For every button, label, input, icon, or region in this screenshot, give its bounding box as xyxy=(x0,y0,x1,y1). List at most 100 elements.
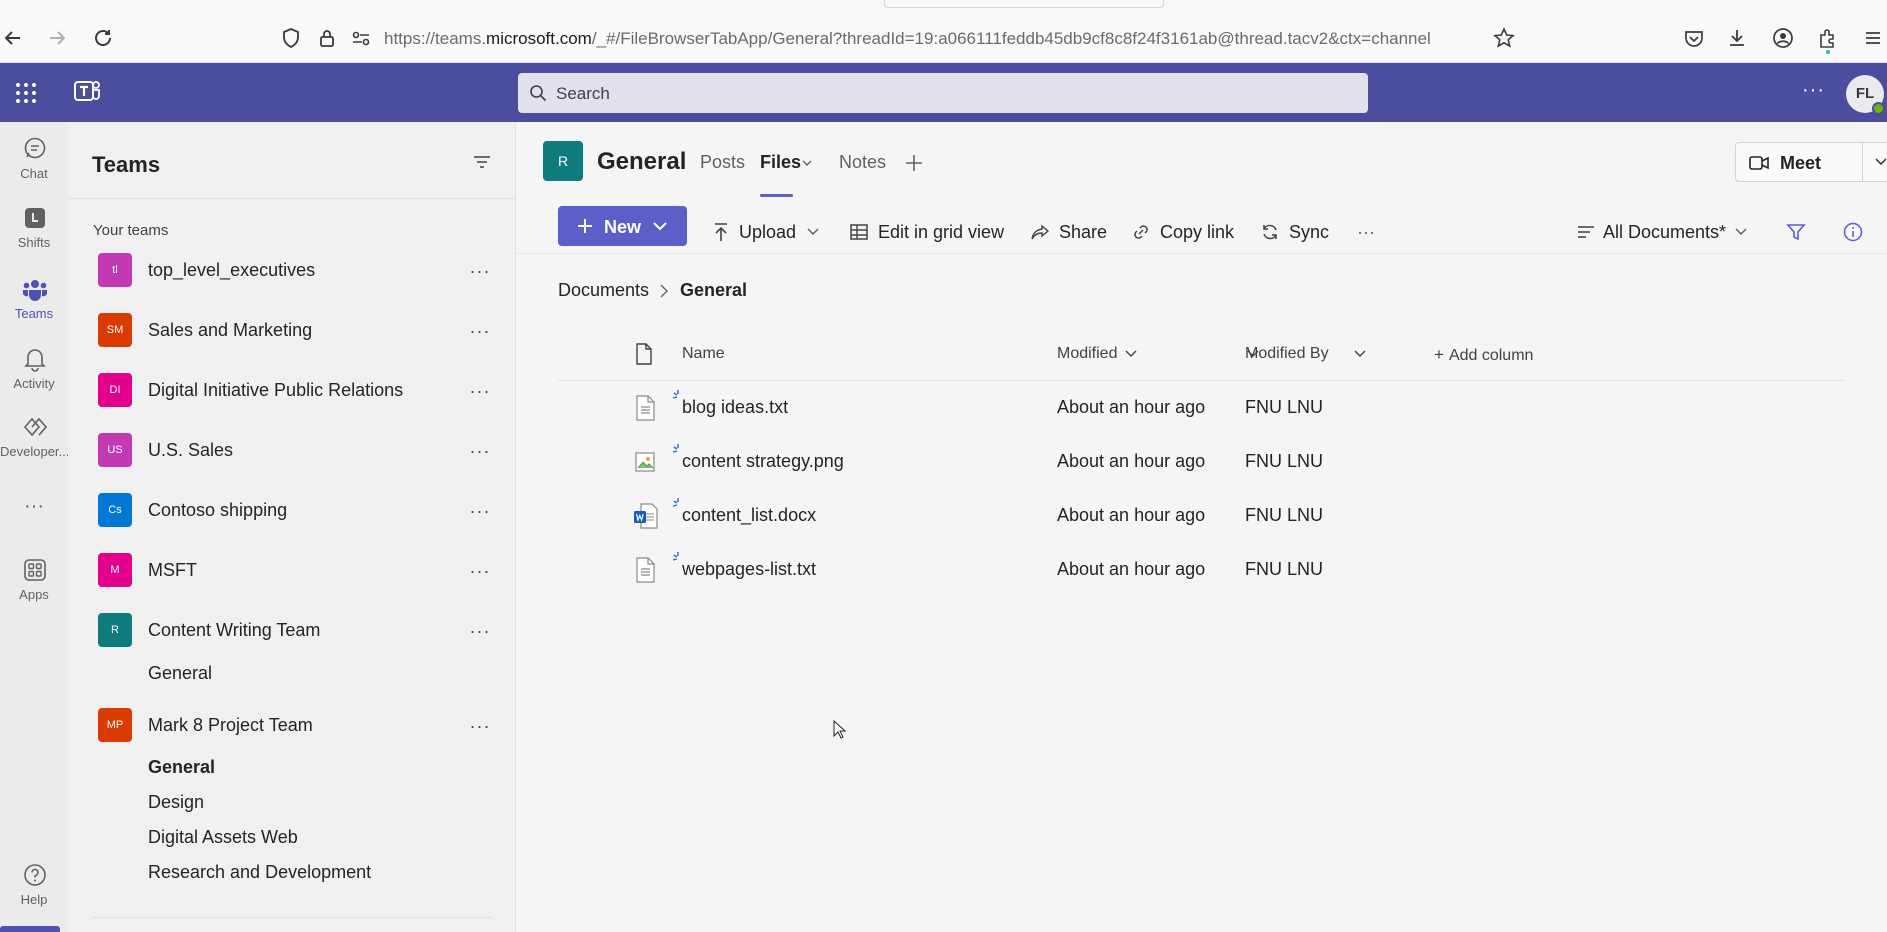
team-more-icon[interactable]: ··· xyxy=(468,716,492,736)
files-tab-chevron-icon[interactable] xyxy=(801,158,813,168)
sync-button[interactable]: Sync xyxy=(1260,214,1330,250)
app-launcher-icon[interactable] xyxy=(14,81,38,105)
panel-title: Teams xyxy=(92,152,161,177)
meet-label: Meet xyxy=(1780,153,1822,173)
meet-button[interactable]: Meet xyxy=(1735,142,1863,182)
bookmark-star-icon[interactable] xyxy=(1493,27,1515,49)
help-icon xyxy=(22,862,48,888)
video-camera-icon xyxy=(1748,153,1770,173)
filter-icon[interactable] xyxy=(1785,221,1807,243)
channel-item-general-active[interactable]: General xyxy=(148,757,215,778)
team-more-icon[interactable]: ··· xyxy=(468,621,492,641)
file-name[interactable]: webpages-list.txt xyxy=(682,559,816,580)
breadcrumb-documents[interactable]: Documents xyxy=(558,280,649,301)
add-tab-icon[interactable] xyxy=(903,152,925,174)
file-name[interactable]: content_list.docx xyxy=(682,505,816,526)
file-modified: About an hour ago xyxy=(1057,559,1206,579)
table-row[interactable]: webpages-list.txt About an hour ago FNU … xyxy=(558,543,1844,597)
share-label: Share xyxy=(1059,222,1108,242)
file-modified-by[interactable]: FNU LNU xyxy=(1245,451,1323,472)
edit-grid-view-button[interactable]: Edit in grid view xyxy=(849,214,1009,250)
download-icon[interactable] xyxy=(1726,27,1748,49)
team-more-icon[interactable]: ··· xyxy=(468,501,492,521)
column-header-name[interactable]: Name xyxy=(682,345,725,363)
tab-files[interactable]: Files xyxy=(760,152,801,173)
team-row[interactable]: US U.S. Sales ··· xyxy=(68,429,516,473)
channel-item-research[interactable]: Research and Development xyxy=(148,862,371,883)
modified-sort-icon[interactable] xyxy=(1124,349,1138,359)
settings-more-icon[interactable]: ··· xyxy=(1802,79,1825,102)
upload-button[interactable]: Upload xyxy=(711,214,823,250)
toolbar-more-icon[interactable]: ··· xyxy=(1357,214,1383,250)
permissions-icon[interactable] xyxy=(350,27,372,49)
team-row[interactable]: tl top_level_executives ··· xyxy=(68,249,516,293)
rail-activity[interactable]: Activity xyxy=(0,346,68,410)
extensions-icon[interactable] xyxy=(1816,27,1838,49)
account-icon[interactable] xyxy=(1772,27,1794,49)
file-modified-by[interactable]: FNU LNU xyxy=(1245,559,1323,580)
modified-by-sort-icon[interactable] xyxy=(1353,349,1367,359)
search-input[interactable]: Search xyxy=(518,73,1368,113)
rail-teams[interactable]: Teams xyxy=(0,276,68,340)
team-more-icon[interactable]: ··· xyxy=(468,381,492,401)
rail-apps[interactable]: Apps xyxy=(0,557,68,621)
tab-notes[interactable]: Notes xyxy=(839,152,886,173)
table-row[interactable]: content strategy.png About an hour ago F… xyxy=(558,435,1844,489)
rail-help[interactable]: Help xyxy=(0,862,68,926)
new-button[interactable]: New xyxy=(558,206,687,246)
forward-icon[interactable] xyxy=(46,27,68,49)
copy-link-button[interactable]: Copy link xyxy=(1131,214,1241,250)
pocket-icon[interactable] xyxy=(1683,27,1705,49)
channel-item-digital-assets-web[interactable]: Digital Assets Web xyxy=(148,827,298,848)
add-column-button[interactable]: + Add column xyxy=(1434,345,1533,365)
team-row[interactable]: Cs Contoso shipping ··· xyxy=(68,489,516,533)
team-row[interactable]: MP Mark 8 Project Team ··· xyxy=(68,704,516,748)
channel-avatar: R xyxy=(543,141,583,181)
extension-dot xyxy=(1826,50,1830,54)
team-more-icon[interactable]: ··· xyxy=(468,261,492,281)
rail-shifts[interactable]: Shifts xyxy=(0,205,68,269)
text-file-icon xyxy=(634,557,656,583)
file-type-header-icon[interactable] xyxy=(634,343,654,365)
team-row[interactable]: R Content Writing Team ··· xyxy=(68,609,516,653)
view-selector[interactable]: All Documents* xyxy=(1576,214,1751,250)
file-modified-by[interactable]: FNU LNU xyxy=(1245,505,1323,526)
file-name[interactable]: blog ideas.txt xyxy=(682,397,788,418)
channel-item-general[interactable]: General xyxy=(148,663,212,684)
upload-icon xyxy=(711,222,731,242)
filter-list-icon[interactable] xyxy=(472,152,492,172)
team-row[interactable]: SM Sales and Marketing ··· xyxy=(68,309,516,353)
back-icon[interactable] xyxy=(2,27,24,49)
team-more-icon[interactable]: ··· xyxy=(468,561,492,581)
tab-posts[interactable]: Posts xyxy=(700,152,745,173)
column-header-modified[interactable]: Modified xyxy=(1057,345,1117,363)
search-placeholder: Search xyxy=(556,84,610,103)
shield-icon[interactable] xyxy=(280,27,302,49)
table-row[interactable]: content_list.docx About an hour ago FNU … xyxy=(558,489,1844,543)
table-row[interactable]: blog ideas.txt About an hour ago FNU LNU xyxy=(558,381,1844,435)
team-row[interactable]: M MSFT ··· xyxy=(68,549,516,593)
team-name: MSFT xyxy=(148,560,197,580)
rail-more[interactable]: ··· xyxy=(0,495,68,525)
lock-icon[interactable] xyxy=(316,27,338,49)
reload-icon[interactable] xyxy=(92,27,114,49)
info-icon[interactable] xyxy=(1842,221,1864,243)
team-avatar: US xyxy=(98,433,132,467)
file-modified-by[interactable]: FNU LNU xyxy=(1245,397,1323,418)
meet-dropdown-button[interactable] xyxy=(1863,142,1887,182)
team-more-icon[interactable]: ··· xyxy=(468,441,492,461)
menu-icon[interactable] xyxy=(1862,27,1884,49)
file-name[interactable]: content strategy.png xyxy=(682,451,844,472)
team-row[interactable]: DI Digital Initiative Public Relations ·… xyxy=(68,369,516,413)
share-button[interactable]: Share xyxy=(1030,214,1110,250)
address-bar[interactable]: https://teams.microsoft.com/_#/FileBrows… xyxy=(384,29,1431,49)
team-name: U.S. Sales xyxy=(148,440,234,460)
column-header-modified-by[interactable]: Modified By xyxy=(1245,345,1329,363)
rail-chat[interactable]: Chat xyxy=(0,136,68,200)
channel-item-design[interactable]: Design xyxy=(148,792,204,813)
team-more-icon[interactable]: ··· xyxy=(468,321,492,341)
search-icon xyxy=(529,84,547,102)
column-modified-by-label: Modified By xyxy=(1245,345,1329,362)
rail-developer[interactable]: Developer... xyxy=(0,414,68,478)
browser-toolbar: https://teams.microsoft.com/_#/FileBrows… xyxy=(0,0,1887,63)
